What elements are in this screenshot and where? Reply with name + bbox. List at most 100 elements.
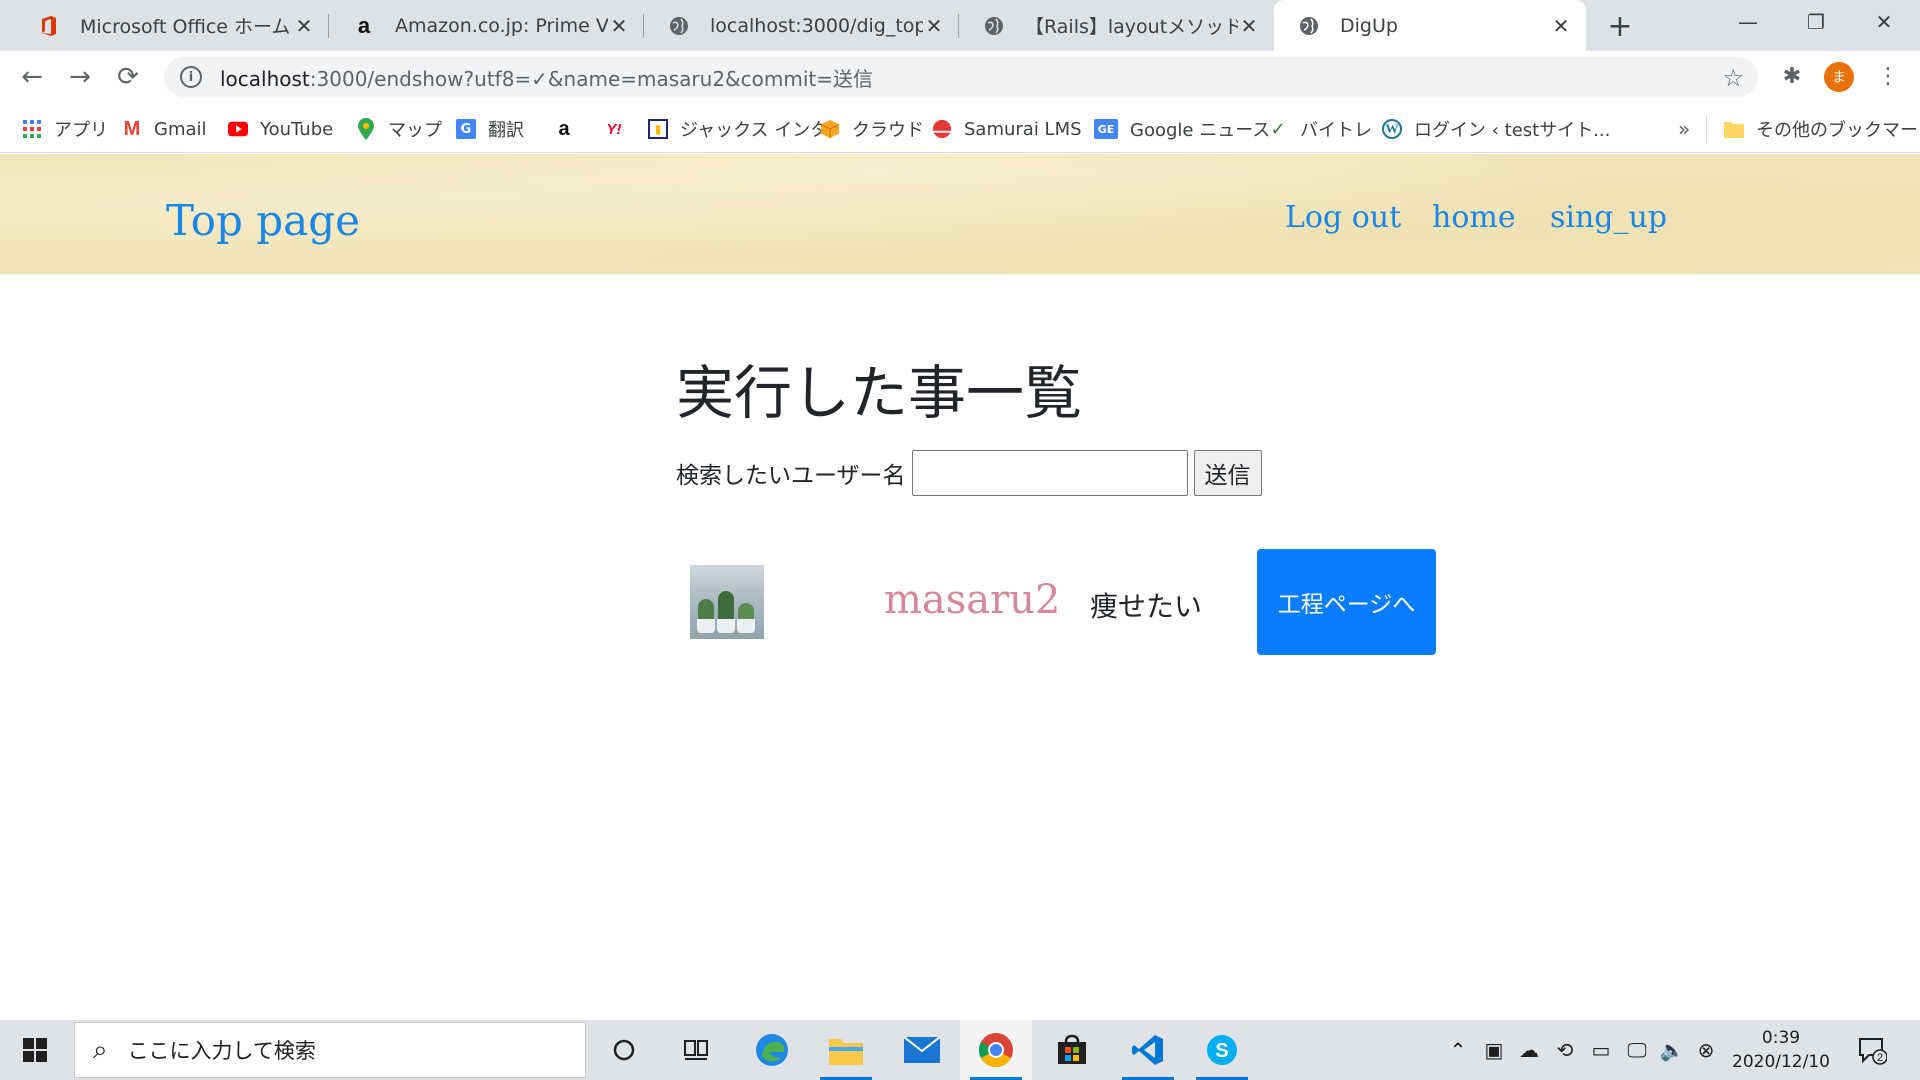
samurai-icon [932,119,952,139]
address-bar[interactable]: i localhost:3000/endshow?utf8=✓&name=mas… [164,57,1758,97]
tab-office[interactable]: Microsoft Office ホーム ✕ [14,0,329,51]
close-icon[interactable]: ✕ [1550,14,1572,38]
extensions-puzzle-icon[interactable]: ✱ [1776,60,1808,92]
gmail-icon: M [123,117,141,140]
close-icon[interactable]: ✕ [608,14,630,38]
user-search-form: 検索したいユーザー名 送信 [676,450,1262,496]
close-icon[interactable]: ✕ [1238,14,1260,38]
tab-rails-layout[interactable]: 【Rails】layoutメソッドの使い方 ✕ [959,0,1274,51]
bookmark-apps[interactable]: アプリ [22,115,108,143]
globe-icon [1298,15,1320,37]
file-explorer-icon[interactable] [810,1020,882,1080]
minimize-button[interactable]: — [1714,0,1782,44]
chevron-up-icon[interactable]: ⌃ [1444,1020,1472,1080]
skype-icon[interactable]: S [1186,1020,1258,1080]
windows-logo-icon [23,1038,47,1062]
nav-signup-link[interactable]: sing_up [1550,200,1667,235]
bookmark-google-news[interactable]: GE Google ニュース [1094,115,1270,143]
ime-off-icon[interactable]: ⊗ [1692,1020,1720,1080]
clock-time: 0:39 [1761,1028,1801,1048]
onedrive-cloud-icon[interactable]: ☁ [1514,1020,1544,1080]
folder-icon [1724,119,1744,139]
menu-kebab-icon[interactable]: ⋮ [1876,60,1900,92]
mail-icon[interactable] [886,1020,958,1080]
search-label: 検索したいユーザー名 [676,463,906,489]
close-icon[interactable]: ✕ [293,14,315,38]
window-close-button[interactable]: ✕ [1850,0,1918,44]
back-button[interactable]: ← [14,59,50,95]
result-username: masaru2 [884,577,1061,623]
bookmark-maps[interactable]: マップ [356,115,442,143]
store-icon[interactable] [1036,1020,1108,1080]
bookmark-youtube[interactable]: YouTube [228,115,333,143]
office-icon [38,15,60,37]
chrome-icon[interactable] [960,1020,1032,1080]
bookmark-jaccs[interactable]: ▮ ジャックス インタ [648,115,828,143]
sync-icon[interactable]: ⟲ [1550,1020,1580,1080]
youtube-icon [228,119,248,139]
translate-icon: G [456,119,476,139]
bookmark-gmail[interactable]: M Gmail [122,115,207,143]
task-view-icon[interactable] [660,1020,732,1080]
volume-icon[interactable]: 🔈 [1658,1020,1686,1080]
jaccs-icon: ▮ [648,119,668,139]
bookmark-translate[interactable]: G 翻訳 [456,115,524,143]
globe-icon [983,15,1005,37]
forward-button[interactable]: → [62,59,98,95]
bookmark-samurai[interactable]: Samurai LMS [932,115,1082,143]
info-icon[interactable]: i [180,66,202,88]
taskbar-search-box[interactable]: ⌕ ここに入力して検索 [74,1022,586,1078]
tab-amazon[interactable]: a Amazon.co.jp: Prime Video ✕ [329,0,644,51]
bookmark-wordpress[interactable]: W ログイン ‹ testサイト... [1382,115,1610,143]
close-icon[interactable]: ✕ [923,14,945,38]
clock-date: 2020/12/10 [1732,1052,1830,1072]
browser-toolbar: ← → ⟳ i localhost:3000/endshow?utf8=✓&na… [0,51,1920,103]
result-goal: 痩せたい [1090,590,1203,623]
bookmarks-bar: アプリ M Gmail YouTube マップ G 翻訳 a Y! ▮ ジャック… [0,103,1920,153]
network-icon[interactable]: 🖵 [1622,1020,1652,1080]
tab-strip: Microsoft Office ホーム ✕ a Amazon.co.jp: P… [0,0,1920,51]
profile-avatar[interactable]: ま [1824,62,1854,92]
maps-pin-icon [356,118,376,140]
notification-center-icon[interactable]: 2 [1856,1034,1888,1066]
process-page-button[interactable]: 工程ページへ [1257,549,1436,655]
bookmark-amazon[interactable]: a [554,115,586,143]
url-host: localhost [220,66,310,91]
cloud-box-icon [820,119,840,139]
nav-home-link[interactable]: home [1432,200,1516,235]
tab-localhost-setup[interactable]: localhost:3000/dig_top/setu ✕ [644,0,959,51]
new-tab-button[interactable]: + [1596,9,1644,44]
start-button[interactable] [0,1020,70,1080]
username-search-input[interactable] [911,450,1188,496]
bookmark-star-icon[interactable]: ☆ [1722,64,1744,92]
bookmark-baitore[interactable]: ✓ バイトレ [1268,115,1372,143]
svg-text:S: S [1215,1040,1228,1062]
notification-count: 2 [1877,1052,1883,1064]
amazon-icon: a [558,117,570,140]
google-news-icon: GE [1094,119,1118,139]
other-bookmarks[interactable]: その他のブックマーク [1724,115,1920,143]
bookmarks-overflow-button[interactable]: » [1678,117,1690,141]
yahoo-icon: Y! [606,120,622,138]
amazon-icon: a [357,12,371,38]
apps-grid-icon [22,119,42,139]
nav-logout-link[interactable]: Log out [1285,200,1401,235]
reload-button[interactable]: ⟳ [110,59,146,95]
wordpress-icon: W [1382,119,1402,139]
cortana-icon[interactable] [588,1020,660,1080]
restore-button[interactable]: ❐ [1782,0,1850,44]
edge-icon[interactable] [736,1020,808,1080]
site-logo-link[interactable]: Top page [166,196,360,245]
baitore-icon: ✓ [1270,118,1286,140]
system-clock[interactable]: 0:39 2020/12/10 [1726,1026,1836,1074]
page-title: 実行した事一覧 [676,359,1083,427]
vscode-icon[interactable] [1112,1020,1184,1080]
submit-button[interactable]: 送信 [1193,450,1262,496]
site-header: Top page Log out home sing_up [0,154,1920,274]
bookmark-yahoo[interactable]: Y! [600,115,640,143]
tab-digup[interactable]: DigUp ✕ [1274,0,1586,51]
battery-icon[interactable]: ▭ [1586,1020,1616,1080]
meet-now-icon[interactable]: ▣ [1480,1020,1508,1080]
bookmark-cloud[interactable]: クラウド [820,115,924,143]
taskbar: ⌕ ここに入力して検索 S ⌃ ▣ ☁ ⟲ ▭ 🖵 🔈 ⊗ 0:39 2020/… [0,1020,1920,1080]
